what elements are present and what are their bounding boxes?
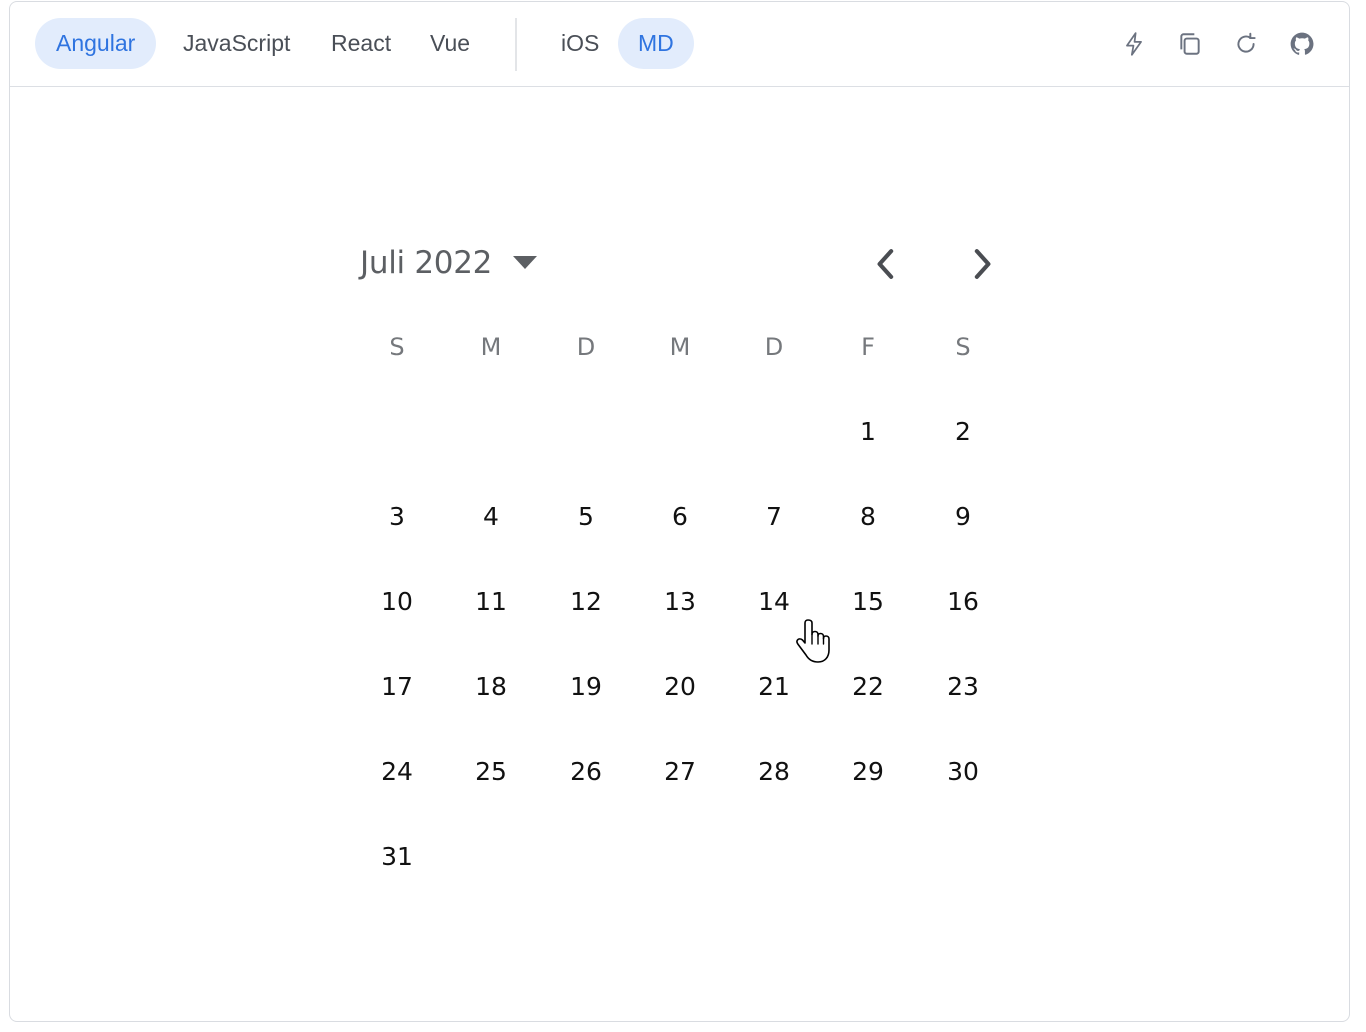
tab-ios[interactable]: iOS	[540, 18, 620, 69]
calendar-day[interactable]: 9	[933, 501, 993, 533]
calendar-day[interactable]: 18	[461, 671, 521, 703]
calendar-day[interactable]: 21	[744, 671, 804, 703]
refresh-icon[interactable]	[1231, 28, 1261, 60]
month-year-selector[interactable]: Juli 2022	[360, 245, 492, 281]
calendar-day[interactable]: 2	[933, 416, 993, 448]
calendar-day[interactable]: 27	[650, 756, 710, 788]
tab-md[interactable]: MD	[618, 18, 694, 69]
prev-month-button[interactable]	[866, 244, 906, 284]
calendar-day[interactable]: 22	[838, 671, 898, 703]
weekday-label: F	[861, 333, 875, 361]
calendar-day[interactable]: 11	[461, 586, 521, 618]
calendar-day[interactable]: 17	[367, 671, 427, 703]
calendar-day[interactable]: 24	[367, 756, 427, 788]
calendar-day[interactable]: 15	[838, 586, 898, 618]
lightning-icon[interactable]	[1119, 28, 1149, 60]
next-month-button[interactable]	[962, 244, 1002, 284]
tab-javascript[interactable]: JavaScript	[162, 18, 311, 69]
calendar-day[interactable]: 26	[556, 756, 616, 788]
calendar-day[interactable]: 4	[461, 501, 521, 533]
toolbar-divider	[515, 18, 517, 71]
calendar-day[interactable]: 25	[461, 756, 521, 788]
tab-react[interactable]: React	[310, 18, 412, 69]
weekday-label: S	[955, 333, 971, 361]
weekday-label: M	[480, 333, 502, 361]
calendar-day[interactable]: 3	[367, 501, 427, 533]
calendar-day[interactable]: 1	[838, 416, 898, 448]
calendar-day[interactable]: 12	[556, 586, 616, 618]
calendar-day[interactable]: 10	[367, 586, 427, 618]
weekday-label: S	[389, 333, 405, 361]
calendar-day[interactable]: 20	[650, 671, 710, 703]
calendar-day[interactable]: 28	[744, 756, 804, 788]
weekday-label: D	[576, 333, 596, 361]
calendar-day[interactable]: 13	[650, 586, 710, 618]
caret-down-icon[interactable]	[513, 256, 537, 269]
calendar-day[interactable]: 8	[838, 501, 898, 533]
calendar-day[interactable]: 7	[744, 501, 804, 533]
toolbar: Angular JavaScript React Vue iOS MD	[10, 2, 1349, 87]
calendar-day[interactable]: 30	[933, 756, 993, 788]
github-icon[interactable]	[1287, 28, 1317, 60]
tab-vue[interactable]: Vue	[409, 18, 491, 69]
calendar-day[interactable]: 29	[838, 756, 898, 788]
calendar-day[interactable]: 14	[744, 586, 804, 618]
chevron-right-icon	[974, 249, 991, 279]
calendar-day[interactable]: 19	[556, 671, 616, 703]
calendar-day[interactable]: 5	[556, 501, 616, 533]
calendar-day[interactable]: 31	[367, 841, 427, 873]
calendar-day[interactable]: 16	[933, 586, 993, 618]
tab-angular[interactable]: Angular	[35, 18, 157, 69]
calendar-day[interactable]: 6	[650, 501, 710, 533]
copy-icon[interactable]	[1175, 28, 1205, 60]
chevron-left-icon	[877, 249, 894, 279]
weekday-label: D	[764, 333, 784, 361]
weekday-label: M	[669, 333, 691, 361]
calendar-day[interactable]: 23	[933, 671, 993, 703]
